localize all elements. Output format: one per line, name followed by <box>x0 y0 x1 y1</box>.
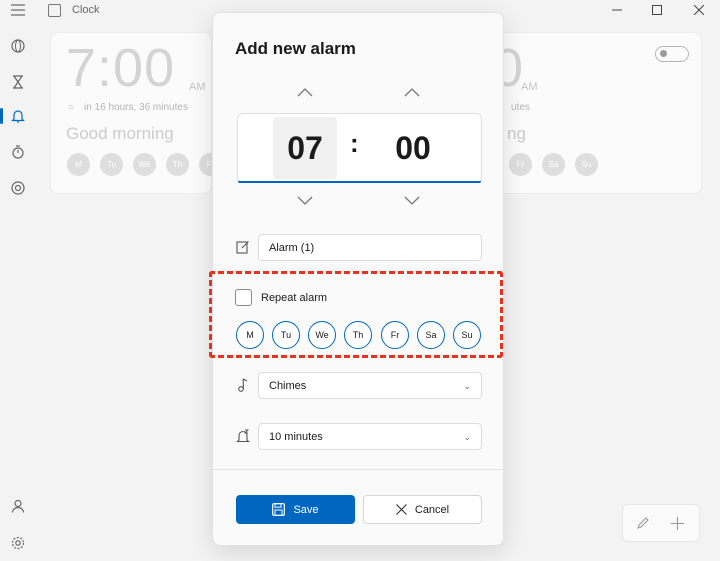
alarm-relative-time: in 16 hours, 36 minutes <box>84 102 188 113</box>
day-indicator: Tu <box>100 153 123 176</box>
chevron-down-icon: ⌄ <box>463 381 471 391</box>
minute-increment-button[interactable] <box>402 85 422 99</box>
day-indicator: Su <box>575 153 598 176</box>
day-indicator: Fr <box>509 153 532 176</box>
save-label: Save <box>293 503 319 516</box>
cancel-label: Cancel <box>414 503 450 516</box>
chevron-up-icon <box>404 87 420 96</box>
annotation-highlight <box>209 271 503 358</box>
focus-icon[interactable] <box>8 178 28 198</box>
alarm-ampm: AM <box>521 81 538 93</box>
alarm-card[interactable]: 7:00 AM ○ in 16 hours, 36 minutes Good m… <box>50 32 222 194</box>
edit-alarms-button[interactable] <box>635 515 651 531</box>
alarm-time: 7:00 <box>66 38 176 98</box>
timer-icon[interactable] <box>8 72 28 92</box>
settings-icon[interactable] <box>8 533 28 553</box>
footer-divider <box>213 469 503 470</box>
hour-field[interactable]: 07 <box>273 117 337 179</box>
time-picker: 07 : 00 <box>237 113 482 183</box>
stopwatch-icon[interactable] <box>8 142 28 162</box>
alarm-icon[interactable] <box>8 106 28 126</box>
alarm-sound-select[interactable]: Chimes ⌄ <box>258 372 482 399</box>
window-title: Clock <box>72 4 100 16</box>
plus-icon <box>670 516 684 530</box>
snooze-time-select[interactable]: 10 minutes ⌄ <box>258 423 482 450</box>
music-note-icon <box>235 377 251 393</box>
edit-name-icon <box>235 239 251 255</box>
world-clock-icon[interactable] <box>8 36 28 56</box>
minimize-icon <box>612 9 622 11</box>
navigation-rail <box>0 0 36 561</box>
floating-action-bar <box>622 504 700 542</box>
close-button[interactable] <box>682 0 716 20</box>
alarm-ampm: AM <box>189 81 206 93</box>
alarm-label: Good morning <box>66 124 174 143</box>
active-indicator <box>0 108 3 124</box>
day-indicator: Th <box>166 153 189 176</box>
add-alarm-button[interactable] <box>669 515 685 531</box>
dialog-title: Add new alarm <box>235 39 356 58</box>
app-icon <box>48 4 61 17</box>
alarm-toggle[interactable] <box>655 46 689 62</box>
minute-decrement-button[interactable] <box>402 193 422 207</box>
chevron-down-icon <box>404 196 420 205</box>
pencil-icon <box>637 517 649 529</box>
close-icon <box>395 504 407 515</box>
time-separator: : <box>350 128 359 158</box>
chevron-down-icon <box>297 196 313 205</box>
day-indicator: M <box>67 153 90 176</box>
snooze-icon <box>235 428 251 444</box>
hamburger-menu-icon[interactable] <box>8 0 28 20</box>
save-icon <box>272 503 286 516</box>
focus-underline <box>238 181 481 183</box>
alarm-name-input[interactable]: Alarm (1) <box>258 234 482 261</box>
maximize-icon <box>652 5 662 15</box>
chevron-up-icon <box>297 87 313 96</box>
minimize-button[interactable] <box>600 0 634 20</box>
snooze-time-value: 10 minutes <box>269 431 323 443</box>
close-icon <box>694 5 704 15</box>
account-icon[interactable] <box>8 496 28 516</box>
alarm-sound-value: Chimes <box>269 380 307 392</box>
hour-increment-button[interactable] <box>295 85 315 99</box>
bell-small-icon: ○ <box>68 102 75 113</box>
alarm-label: ng <box>507 124 526 143</box>
day-indicator: We <box>133 153 156 176</box>
hour-decrement-button[interactable] <box>295 193 315 207</box>
alarm-relative-time: utes <box>511 102 530 113</box>
day-indicator: Sa <box>542 153 565 176</box>
cancel-button[interactable]: Cancel <box>363 495 482 524</box>
chevron-down-icon: ⌄ <box>463 432 471 442</box>
maximize-button[interactable] <box>640 0 674 20</box>
minute-field[interactable]: 00 <box>381 117 445 179</box>
save-button[interactable]: Save <box>236 495 355 524</box>
